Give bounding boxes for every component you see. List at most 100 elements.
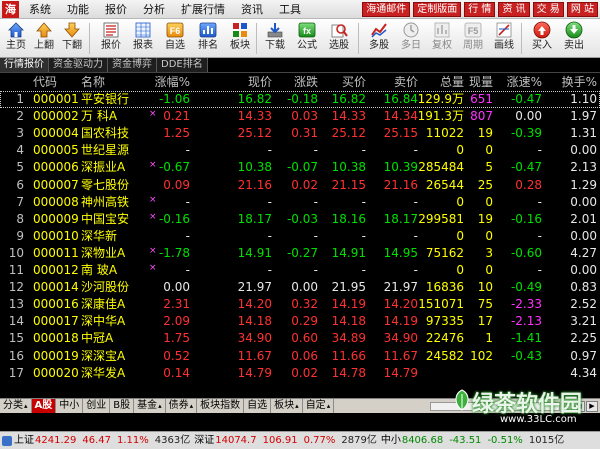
- total-volume: 97335: [425, 314, 464, 329]
- table-row[interactable]: 6 000007 零七股份 0.09 21.16 0.02 21.15 21.16 26544 2…: [0, 177, 600, 194]
- bid-price: 14.91: [331, 245, 366, 260]
- shortcut-button[interactable]: 网 站: [566, 2, 598, 17]
- market-tab[interactable]: 债券: [166, 399, 198, 413]
- change-pct: 0.00: [163, 280, 190, 295]
- col-change-header[interactable]: 涨跌: [270, 74, 318, 91]
- menu-item[interactable]: 资讯: [234, 0, 272, 19]
- sell-icon: [565, 21, 583, 39]
- bid-price: 25.12: [331, 126, 366, 141]
- menu-item[interactable]: 扩展行情: [174, 0, 234, 19]
- table-row[interactable]: 7 000008 神州高铁 × - - - - -0 0-0.00: [0, 194, 600, 211]
- table-row[interactable]: 13 000016 深康佳A 2.31 14.20 0.32 14.19 14.20 15107…: [0, 296, 600, 313]
- col-price-header[interactable]: 现价: [222, 74, 272, 91]
- view-tab[interactable]: 行情报价: [0, 58, 49, 72]
- shortcut-button[interactable]: 资 讯: [498, 2, 530, 17]
- toolbar-stock-picker-button[interactable]: 选股: [324, 21, 354, 57]
- table-row[interactable]: 17 000020 深华发A 0.14 14.79 0.02 14.78 14.79 4.34: [0, 365, 600, 382]
- ask-price: -: [413, 143, 418, 158]
- market-tab[interactable]: 板块: [271, 399, 303, 413]
- turnover-rate: 1.97: [570, 109, 597, 124]
- change-speed: -0.39: [510, 126, 542, 141]
- ask-price: 16.84: [383, 92, 418, 107]
- table-row[interactable]: 15 000018 中冠A 1.75 34.90 0.60 34.89 34.90 22476 1…: [0, 330, 600, 347]
- toolbar-watchlist-button[interactable]: F6 自选: [160, 21, 190, 57]
- menu-item[interactable]: 系统: [22, 0, 60, 19]
- scroll-left-icon[interactable]: ◀: [573, 401, 585, 412]
- table-row[interactable]: 1 000001 平安银行 -1.06 16.82 -0.18 16.82 16.84 129.…: [0, 91, 600, 109]
- table-row[interactable]: 14 000017 深中华A 2.09 14.18 0.29 14.18 14.19 97335…: [0, 313, 600, 330]
- change-pct: 2.09: [163, 314, 190, 329]
- col-name-header[interactable]: 名称: [81, 74, 105, 91]
- col-bid-header[interactable]: 买价: [318, 74, 366, 91]
- table-row[interactable]: 16 000019 深深宝A 0.52 11.67 0.06 11.66 11.67 24582…: [0, 348, 600, 365]
- toolbar-draw-line-button[interactable]: 画线: [489, 21, 519, 57]
- shortcut-button[interactable]: 定制版面: [413, 2, 462, 17]
- change-pct: -0.67: [158, 160, 190, 175]
- table-row[interactable]: 8 000009 中国宝安 × -0.16 18.17 -0.03 18.16 18.17 299…: [0, 211, 600, 228]
- table-row[interactable]: 3 000004 国农科技 1.25 25.12 0.31 25.12 25.15 11022 1…: [0, 125, 600, 142]
- ask-price: 21.97: [383, 280, 418, 295]
- col-volume-header[interactable]: 总量: [412, 74, 464, 91]
- rank-icon: [199, 22, 217, 38]
- change-speed: -0.60: [510, 245, 542, 260]
- toolbar-sell-button[interactable]: 卖出: [559, 21, 589, 57]
- menu-item[interactable]: 报价: [98, 0, 136, 19]
- turnover-rate: 1.10: [570, 92, 597, 107]
- col-turnover-header[interactable]: 换手%: [546, 74, 597, 91]
- shortcut-button[interactable]: 交 易: [532, 2, 564, 17]
- change-speed: -0.49: [510, 280, 542, 295]
- view-tab[interactable]: DDE排名: [157, 58, 208, 72]
- table-row[interactable]: 10 000011 深物业A × -1.78 14.91 -0.27 14.91 14.95 75…: [0, 245, 600, 262]
- row-index: 5: [16, 160, 24, 175]
- menu-item[interactable]: 工具: [272, 0, 310, 19]
- market-tab[interactable]: 中小: [56, 399, 84, 413]
- market-tab[interactable]: A股: [31, 399, 57, 413]
- table-row[interactable]: 5 000006 深振业A × -0.67 10.38 -0.07 10.38 10.39 285…: [0, 159, 600, 176]
- col-current-volume-header[interactable]: 现量: [460, 74, 493, 91]
- market-tab-list: 分类A股中小创业B股基金债券板块指数自选板块自定: [0, 399, 335, 413]
- menu-item[interactable]: 分析: [136, 0, 174, 19]
- stock-code: 000016: [33, 297, 79, 312]
- status-icon: [2, 435, 12, 446]
- market-tab[interactable]: B股: [110, 399, 135, 413]
- total-volume: 285484: [418, 160, 464, 175]
- table-row[interactable]: 12 000014 沙河股份 0.00 21.97 0.00 21.95 21.97 16836…: [0, 279, 600, 296]
- market-tab[interactable]: 分类: [0, 399, 32, 413]
- market-tab[interactable]: 板块指数: [197, 399, 245, 413]
- toolbar: 主页 上翻 下翻 报价 报表 F6 自选 排名 板块 下载 fx 公式 选股 多…: [0, 19, 600, 58]
- market-tab[interactable]: 自选: [244, 399, 272, 413]
- col-speed-header[interactable]: 涨速%: [494, 74, 542, 91]
- stock-name: 中国宝安: [81, 211, 130, 226]
- change: -0.07: [286, 160, 318, 175]
- table-row[interactable]: 11 000012 南 玻A × - - - - -0 0-0.00: [0, 262, 600, 279]
- view-tab[interactable]: 资金驱动力: [49, 58, 108, 72]
- table-row[interactable]: 4 000005 世纪星源 - - - - - 0 0 - 0.00: [0, 142, 600, 159]
- toolbar-page-down-button[interactable]: 下翻: [57, 21, 87, 57]
- horizontal-scrollbar[interactable]: [430, 402, 560, 411]
- market-tab[interactable]: 创业: [83, 399, 111, 413]
- sz-index-amount: 2879亿: [341, 435, 377, 446]
- shortcut-button[interactable]: 海通邮件: [362, 2, 411, 17]
- market-tab[interactable]: 基金: [134, 399, 166, 413]
- change-speed: -0.43: [510, 348, 542, 363]
- current-volume: 17: [477, 314, 493, 329]
- change-pct: 2.31: [163, 297, 190, 312]
- table-row[interactable]: 9 000010 深华新 - - - - - 0 0 - 0.00: [0, 228, 600, 245]
- watermark-url: www.33LC.com: [500, 414, 577, 425]
- shortcut-button[interactable]: 行 情: [464, 2, 496, 17]
- row-index: 17: [8, 365, 24, 380]
- price: 10.38: [237, 160, 272, 175]
- col-ask-header[interactable]: 卖价: [370, 74, 418, 91]
- bid-price: -: [361, 228, 366, 243]
- turnover-rate: 2.52: [570, 297, 597, 312]
- view-tab[interactable]: 资金博弈: [108, 58, 157, 72]
- col-code-header[interactable]: 代码: [33, 74, 57, 91]
- turnover-rate: 0.97: [570, 348, 597, 363]
- scroll-right-icon[interactable]: ▶: [586, 401, 598, 412]
- toolbar-sector-button[interactable]: 板块: [225, 21, 255, 57]
- table-row[interactable]: 2 000002 万 科A × 0.21 14.33 0.03 14.33 14.34 191.3…: [0, 108, 600, 125]
- menu-item[interactable]: 功能: [60, 0, 98, 19]
- col-change-pct-header[interactable]: 涨幅%: [152, 74, 190, 91]
- market-tab[interactable]: 自定: [303, 399, 335, 413]
- row-index: 12: [8, 280, 24, 295]
